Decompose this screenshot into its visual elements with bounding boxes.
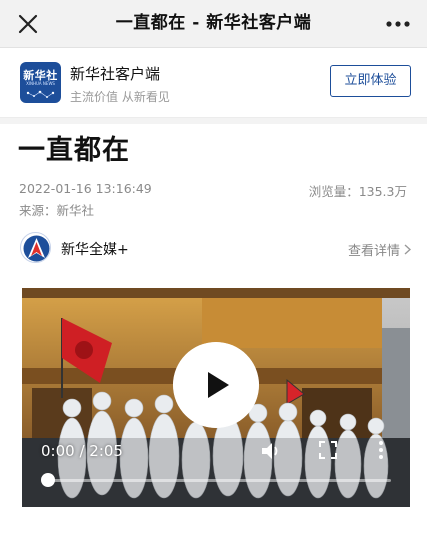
app-logo: 新华社 XINHUA NEWS bbox=[20, 62, 61, 103]
article-datetime: 2022-01-16 13:16:49 bbox=[19, 181, 152, 196]
time-current: 0:00 bbox=[41, 442, 75, 460]
app-slogan: 主流价值 从新看见 bbox=[70, 90, 170, 104]
article-source: 来源：新华社 bbox=[19, 200, 94, 219]
play-icon[interactable] bbox=[173, 342, 259, 428]
view-details-link[interactable]: 查看详情 bbox=[348, 240, 411, 259]
page-title: 一直都在 - 新华社客户端 bbox=[115, 13, 312, 33]
author-avatar[interactable] bbox=[20, 232, 51, 263]
view-count-value: 135.3万 bbox=[358, 184, 407, 199]
author-logo-icon bbox=[23, 235, 50, 262]
logo-dots-icon bbox=[26, 90, 55, 98]
time-total: 2:05 bbox=[89, 442, 123, 460]
author-name[interactable]: 新华全媒+ bbox=[61, 239, 129, 259]
chevron-right-icon bbox=[404, 244, 411, 255]
view-count-label: 浏览量： bbox=[308, 184, 359, 199]
time-separator: / bbox=[74, 442, 90, 460]
close-icon[interactable] bbox=[14, 10, 42, 38]
more-vertical-icon[interactable] bbox=[376, 439, 386, 461]
try-now-button[interactable]: 立即体验 bbox=[330, 65, 411, 97]
volume-icon[interactable] bbox=[260, 441, 282, 461]
article-body-start bbox=[0, 507, 427, 533]
source-value: 新华社 bbox=[56, 203, 95, 218]
divider-band bbox=[0, 118, 427, 124]
fullscreen-icon[interactable] bbox=[319, 441, 337, 459]
app-logo-subtext: XINHUA NEWS bbox=[26, 81, 55, 86]
source-label: 来源： bbox=[19, 203, 57, 218]
top-bar: 一直都在 - 新华社客户端 bbox=[0, 0, 427, 48]
article-title: 一直都在 bbox=[18, 135, 130, 166]
seek-bar[interactable] bbox=[49, 479, 391, 482]
app-name: 新华社客户端 bbox=[70, 65, 161, 83]
more-dots-icon[interactable] bbox=[383, 10, 413, 38]
seek-handle[interactable] bbox=[41, 473, 55, 487]
view-count: 浏览量：135.3万 bbox=[309, 181, 407, 200]
video-time: 0:00 / 2:05 bbox=[41, 442, 123, 460]
video-player[interactable]: 0:00 / 2:05 bbox=[22, 288, 410, 507]
view-details-label: 查看详情 bbox=[347, 244, 400, 259]
